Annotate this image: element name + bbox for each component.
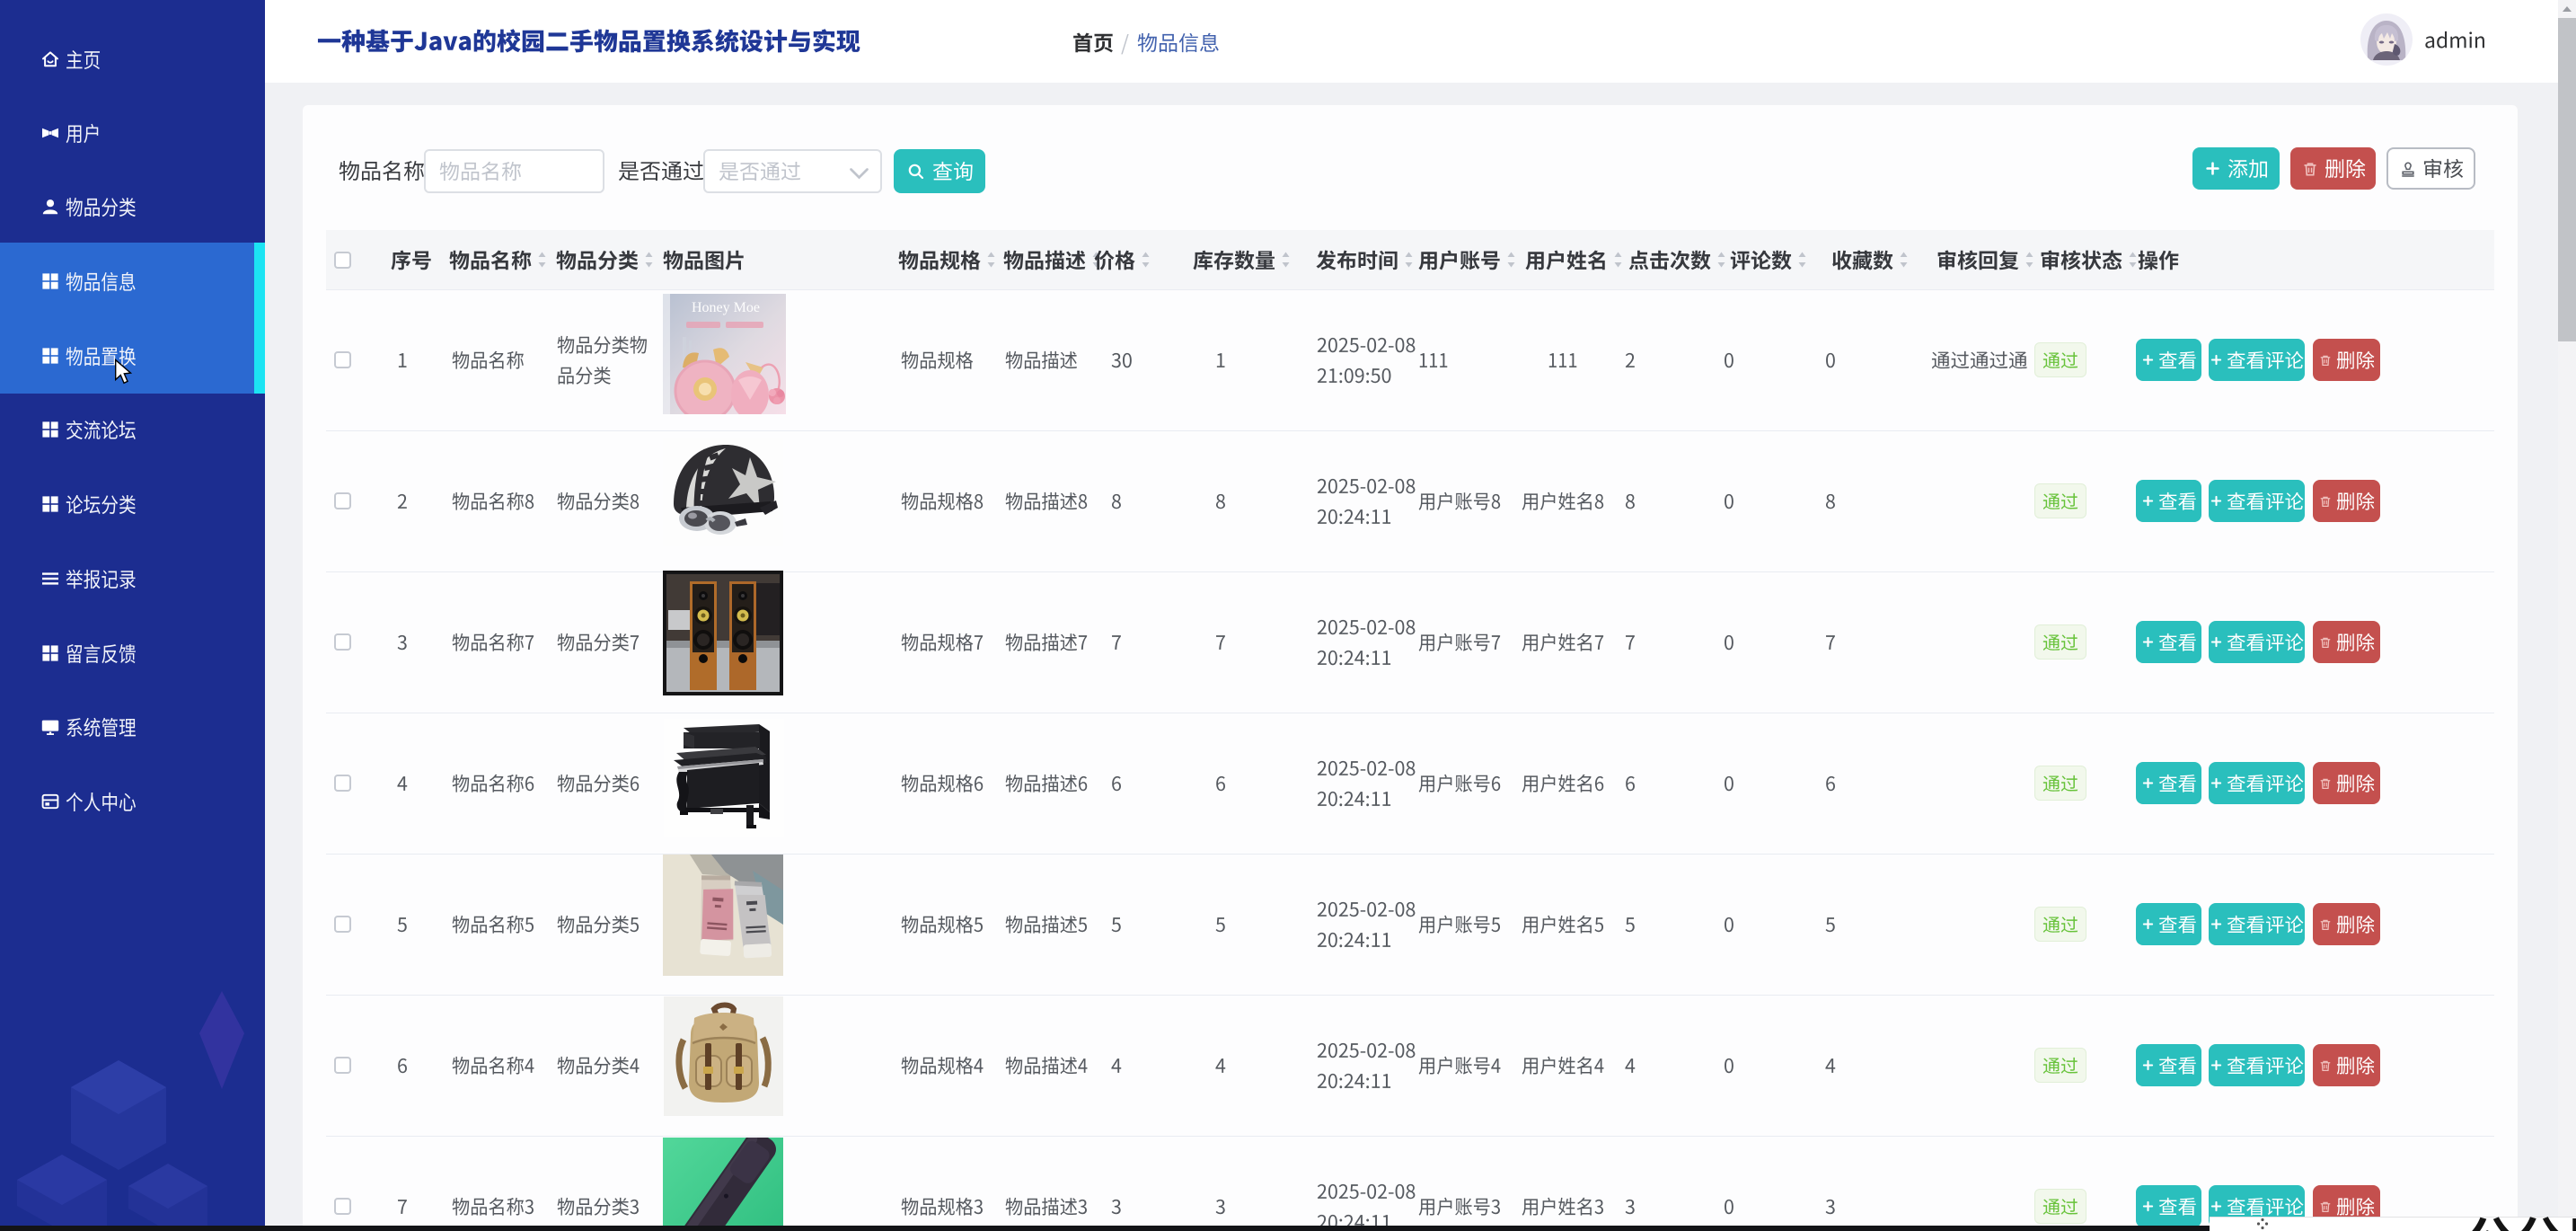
- svg-text:Honey Moe: Honey Moe: [692, 300, 760, 315]
